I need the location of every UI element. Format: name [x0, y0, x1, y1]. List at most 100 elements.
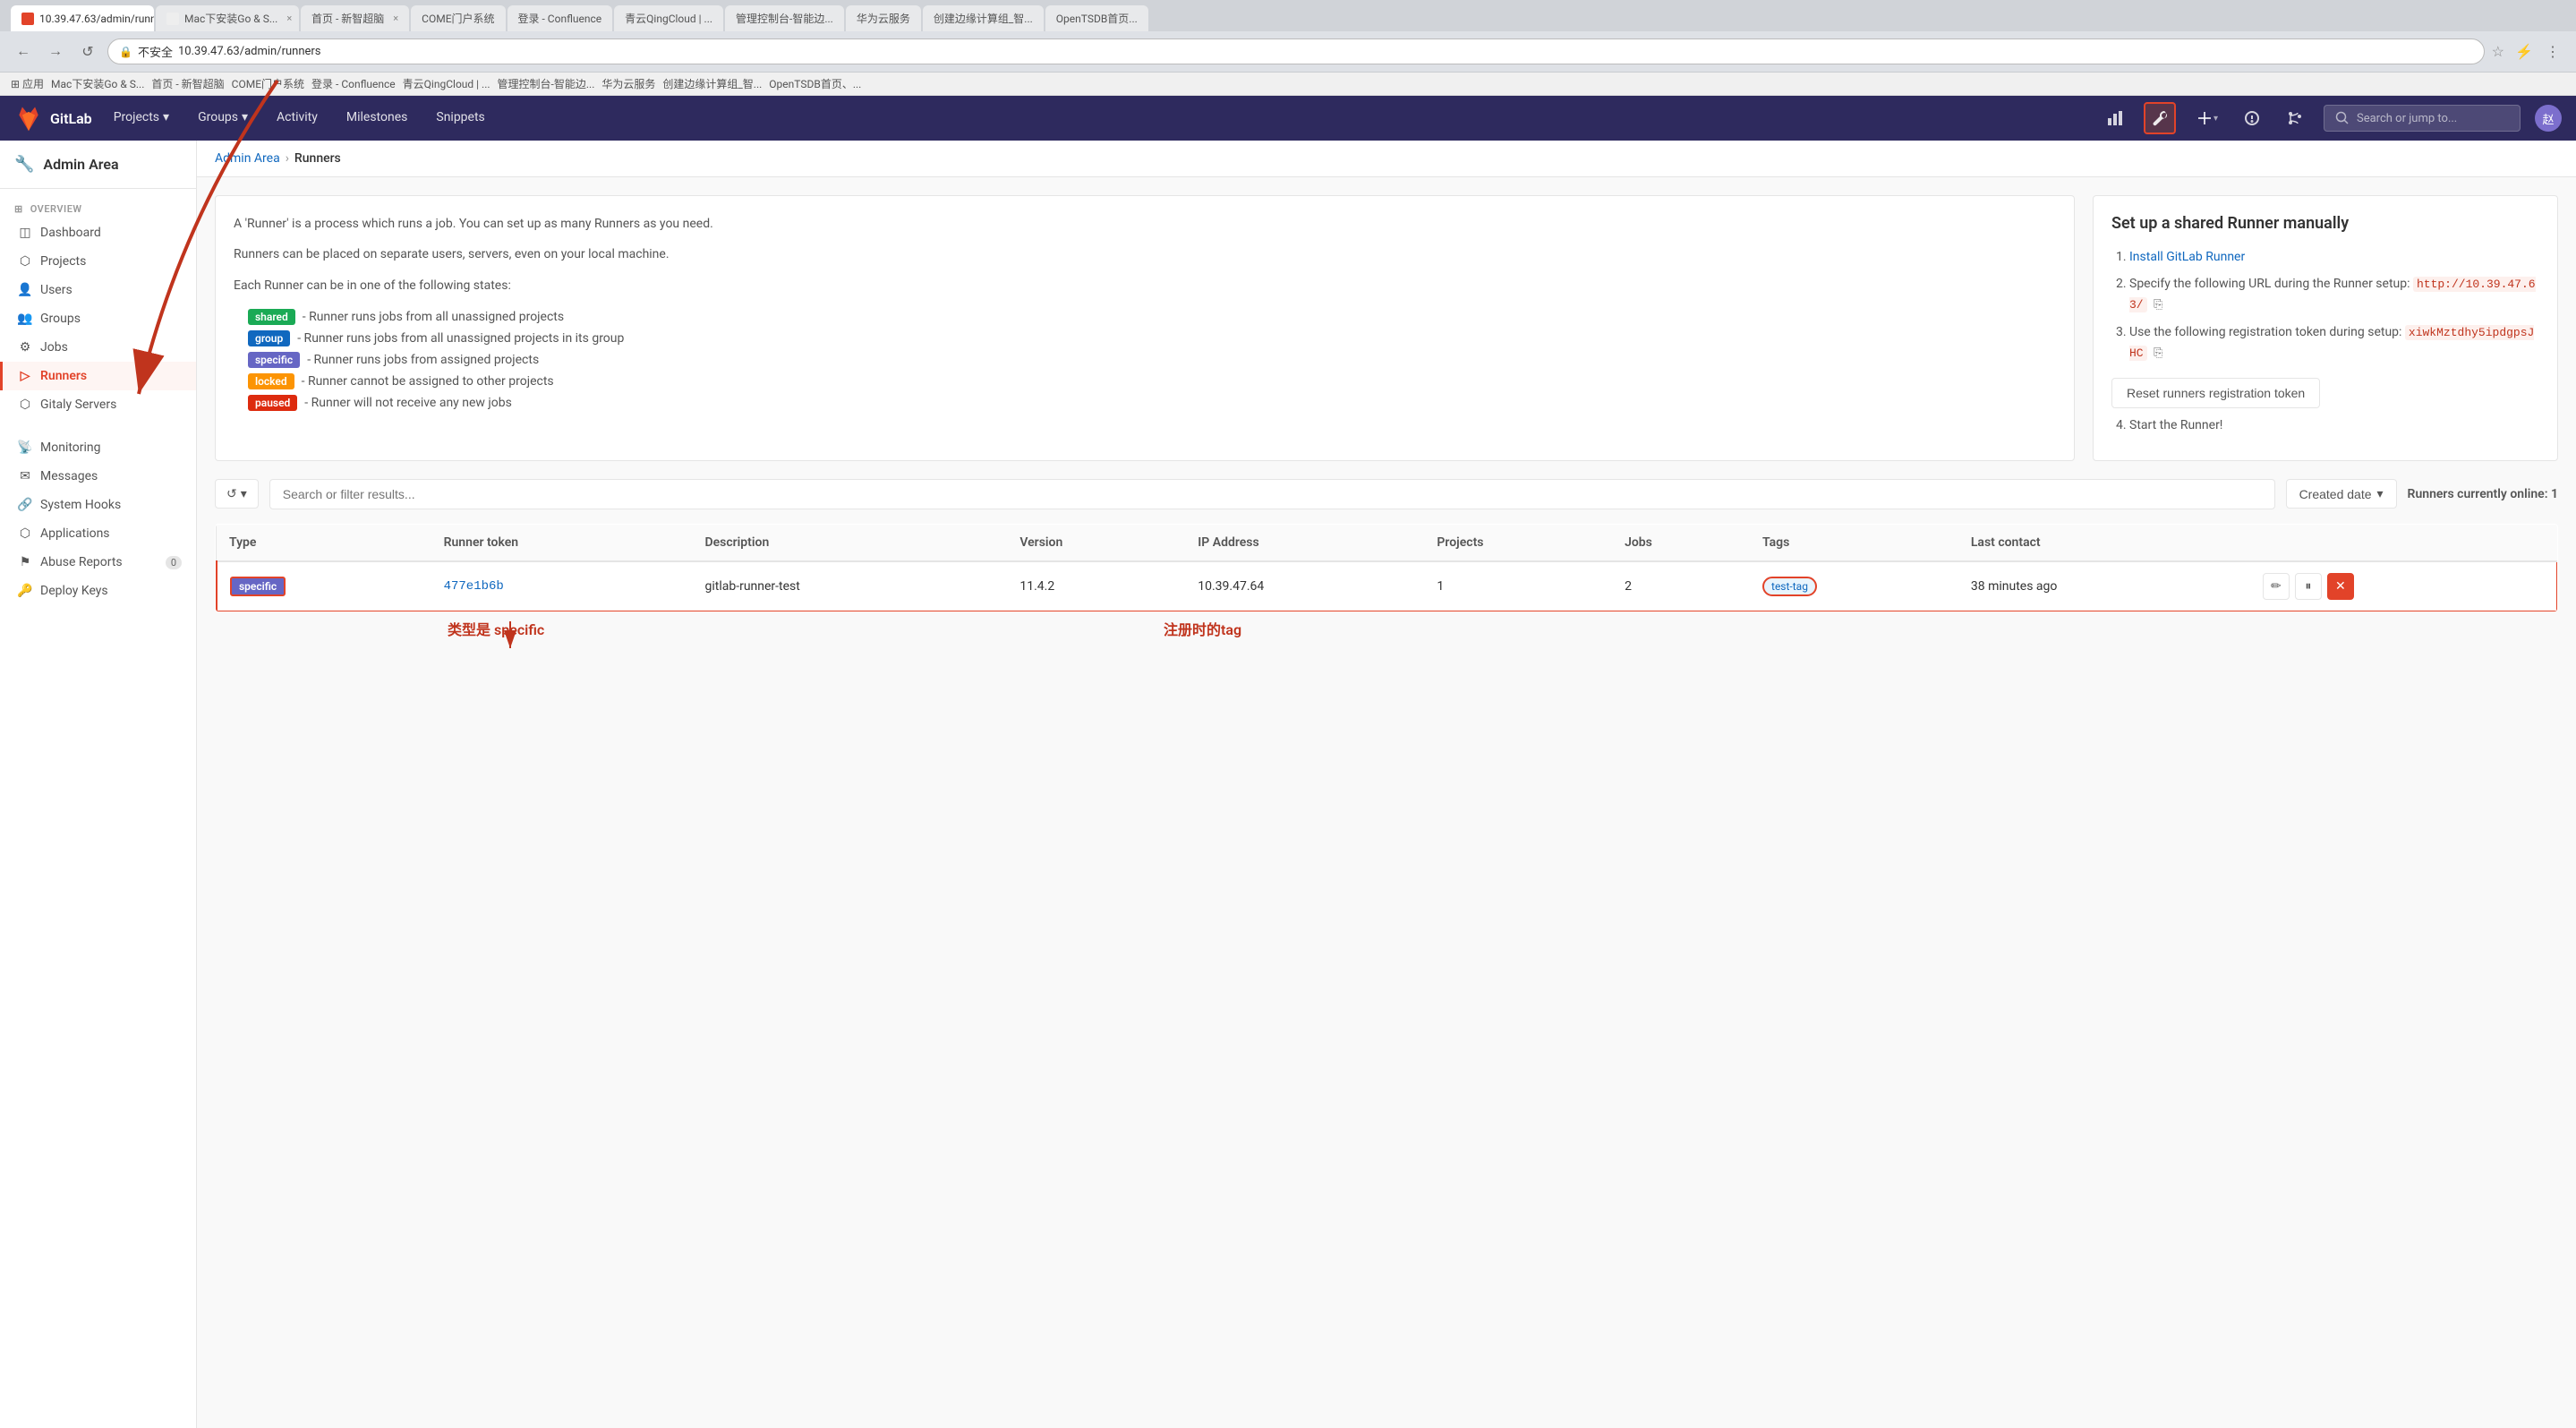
- bookmark-huawei-cloud[interactable]: 华为云服务: [601, 76, 655, 91]
- tab-item[interactable]: 华为云服务: [846, 5, 921, 31]
- edit-runner-button[interactable]: ✏: [2263, 573, 2290, 600]
- sidebar-item-users[interactable]: 👤 Users: [0, 276, 196, 304]
- extensions-btn[interactable]: ⚡: [2512, 39, 2537, 64]
- type-badge: specific: [230, 577, 286, 596]
- runner-states-header: Each Runner can be in one of the followi…: [234, 276, 2056, 295]
- nav-milestones[interactable]: Milestones: [339, 96, 415, 141]
- setup-step-1: Install GitLab Runner: [2129, 247, 2539, 267]
- gitlab-logo[interactable]: GitLab: [14, 104, 92, 133]
- cell-projects: 1: [1424, 561, 1612, 611]
- tab-label: 青云QingCloud | ...: [625, 11, 712, 26]
- bookmark-mac-go[interactable]: Mac下安装Go & S...: [51, 76, 144, 91]
- address-bar[interactable]: 🔒 不安全 10.39.47.63/admin/runners: [107, 38, 2485, 64]
- merge-request-icon: [2286, 109, 2304, 127]
- install-runner-link[interactable]: Install GitLab Runner: [2129, 250, 2245, 264]
- col-jobs: Jobs: [1612, 524, 1750, 561]
- menu-btn[interactable]: ⋮: [2540, 39, 2565, 64]
- sidebar-item-applications[interactable]: ⬡ Applications: [0, 519, 196, 548]
- setup-step-4-list: Start the Runner!: [2111, 415, 2539, 435]
- bookmark-icon[interactable]: ☆: [2492, 43, 2504, 60]
- sidebar-item-jobs[interactable]: ⚙ Jobs: [0, 333, 196, 362]
- sidebar-item-projects[interactable]: ⬡ Projects: [0, 247, 196, 276]
- col-ip: IP Address: [1185, 524, 1424, 561]
- sidebar-item-system-hooks[interactable]: 🔗 System Hooks: [0, 491, 196, 519]
- bookmark-opentsdb[interactable]: OpenTSDB首页、...: [769, 76, 861, 91]
- nav-activity[interactable]: Activity: [269, 96, 325, 141]
- merge-request-icon-btn[interactable]: [2281, 104, 2309, 133]
- sidebar-item-label: Deploy Keys: [40, 584, 108, 598]
- forward-button[interactable]: →: [43, 39, 68, 64]
- tab-item[interactable]: COME门户系统: [411, 5, 505, 31]
- pause-runner-button[interactable]: ⏸: [2295, 573, 2322, 600]
- tab-item[interactable]: 青云QingCloud | ...: [614, 5, 723, 31]
- plus-icon: [2196, 109, 2213, 127]
- nav-projects[interactable]: Projects▾: [107, 96, 176, 141]
- copy-url-icon[interactable]: ⎘: [2154, 296, 2162, 315]
- action-buttons: ✏ ⏸ ✕: [2263, 573, 2544, 600]
- sidebar-item-gitaly[interactable]: ⬡ Gitaly Servers: [0, 390, 196, 419]
- bookmark-qingcloud[interactable]: 青云QingCloud | ...: [403, 76, 490, 91]
- groups-icon: 👥: [17, 312, 33, 326]
- breadcrumb: Admin Area › Runners: [197, 141, 2576, 177]
- bookmark-homepage[interactable]: 首页 - 新智超脑: [151, 76, 224, 91]
- tab-close-btn[interactable]: ×: [393, 13, 398, 24]
- sidebar-item-deploy-keys[interactable]: 🔑 Deploy Keys: [0, 577, 196, 605]
- users-icon: 👤: [17, 283, 33, 297]
- sidebar-item-monitoring[interactable]: 📡 Monitoring: [0, 433, 196, 462]
- sidebar-item-label: Messages: [40, 469, 98, 483]
- sidebar-item-label: Groups: [40, 312, 81, 326]
- global-search[interactable]: Search or jump to...: [2324, 105, 2521, 132]
- history-button[interactable]: ↺ ▾: [215, 479, 259, 509]
- sidebar-item-runners[interactable]: ▷ Runners: [0, 362, 196, 390]
- search-icon: [2335, 111, 2350, 125]
- overview-section-header: ⊞ Overview: [0, 196, 196, 218]
- tab-item[interactable]: 登录 - Confluence: [508, 5, 613, 31]
- breadcrumb-admin-link[interactable]: Admin Area: [215, 151, 280, 166]
- runner-token-link[interactable]: 477e1b6b: [444, 579, 504, 594]
- col-version: Version: [1007, 524, 1185, 561]
- tab-item[interactable]: 首页 - 新智超脑 ×: [301, 5, 409, 31]
- tab-item[interactable]: Mac下安装Go & S... ×: [156, 5, 299, 31]
- sidebar-item-messages[interactable]: ✉ Messages: [0, 462, 196, 491]
- table-controls: ↺ ▾ Created date ▾ Runners currently onl…: [215, 479, 2558, 509]
- sidebar-item-dashboard[interactable]: ◫ Dashboard: [0, 218, 196, 247]
- sort-button[interactable]: Created date ▾: [2286, 479, 2397, 509]
- setup-step-3: Use the following registration token dur…: [2129, 322, 2539, 363]
- arrow-annotation-area: [215, 621, 2558, 693]
- issues-icon-btn[interactable]: [2238, 104, 2266, 133]
- nav-snippets[interactable]: Snippets: [429, 96, 491, 141]
- content-area: Admin Area › Runners A 'Runner' is a pro…: [197, 141, 2576, 1428]
- state-group: group - Runner runs jobs from all unassi…: [248, 328, 2056, 349]
- active-tab[interactable]: 10.39.47.63/admin/runners ×: [11, 5, 154, 31]
- nav-groups[interactable]: Groups▾: [191, 96, 255, 141]
- wrench-icon-btn[interactable]: [2144, 102, 2176, 134]
- reset-token-button[interactable]: Reset runners registration token: [2111, 378, 2320, 408]
- bookmark-come[interactable]: COME门户系统: [232, 76, 304, 91]
- copy-token-icon[interactable]: ⎘: [2154, 345, 2162, 363]
- col-token: Runner token: [431, 524, 693, 561]
- history-icon: ↺: [226, 486, 237, 501]
- runner-info-box: A 'Runner' is a process which runs a job…: [215, 195, 2075, 461]
- user-avatar[interactable]: 赵: [2535, 105, 2562, 132]
- tab-item[interactable]: 管理控制台-智能边...: [725, 5, 844, 31]
- bookmark-huawei-control[interactable]: 管理控制台-智能边...: [498, 76, 595, 91]
- chart-icon-btn[interactable]: [2101, 104, 2129, 133]
- tab-item[interactable]: OpenTSDB首页...: [1045, 5, 1148, 31]
- cell-jobs: 2: [1612, 561, 1750, 611]
- bookmark-apps[interactable]: ⊞ 应用: [11, 76, 44, 91]
- overview-section: ⊞ Overview ◫ Dashboard ⬡ Projects 👤 User…: [0, 189, 196, 426]
- tab-label: 10.39.47.63/admin/runners: [39, 13, 154, 25]
- back-button[interactable]: ←: [11, 39, 36, 64]
- bookmark-edge-compute[interactable]: 创建边缘计算组_智...: [662, 76, 762, 91]
- delete-runner-button[interactable]: ✕: [2327, 573, 2354, 600]
- sidebar-item-abuse-reports[interactable]: ⚑ Abuse Reports 0: [0, 548, 196, 577]
- sidebar-item-groups[interactable]: 👥 Groups: [0, 304, 196, 333]
- tab-close-btn[interactable]: ×: [286, 13, 292, 24]
- bookmark-confluence[interactable]: 登录 - Confluence: [311, 76, 396, 91]
- refresh-button[interactable]: ↺: [75, 39, 100, 64]
- search-filter-input[interactable]: [269, 479, 2275, 509]
- tab-item[interactable]: 创建边缘计算组_智...: [923, 5, 1044, 31]
- cell-type: specific: [217, 561, 431, 611]
- plus-icon-btn[interactable]: ▾: [2190, 104, 2223, 133]
- runners-table: Type Runner token Description Version IP…: [215, 524, 2558, 612]
